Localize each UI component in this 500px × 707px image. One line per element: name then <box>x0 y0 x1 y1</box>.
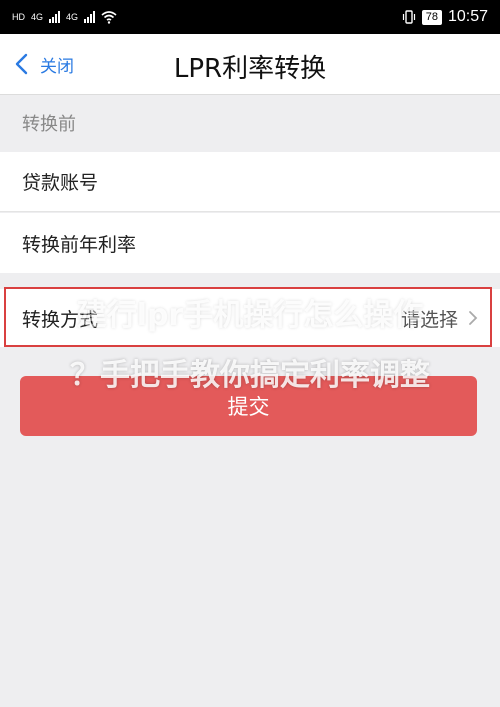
signal-icon-2 <box>84 11 96 23</box>
loan-account-label: 贷款账号 <box>22 172 99 194</box>
pre-rate-label: 转换前年利率 <box>22 233 137 256</box>
clock: 10:57 <box>447 8 488 25</box>
chevron-left-icon <box>15 53 28 75</box>
network-type-1: 4G <box>31 12 44 22</box>
conversion-method-value: 请选择 <box>400 308 458 331</box>
nav-bar: 关闭 LPR利率转换 <box>0 34 500 95</box>
pre-rate-row[interactable]: 转换前年利率 <box>0 213 500 273</box>
status-bar: HD 4G 4G 78 10:57 <box>0 0 500 34</box>
battery-icon: 78 <box>421 9 442 25</box>
vibrate-icon <box>402 10 415 24</box>
chevron-right-icon <box>469 311 478 325</box>
submit-label: 提交 <box>227 395 270 419</box>
section-header: 转换前 <box>0 95 500 151</box>
close-label: 关闭 <box>40 56 74 77</box>
conversion-method-label: 转换方式 <box>22 308 99 331</box>
network-type-2: 4G <box>66 12 79 22</box>
conversion-method-row[interactable]: 转换方式 请选择 <box>0 289 500 347</box>
status-left: HD 4G 4G <box>12 10 117 24</box>
submit-button[interactable]: 提交 <box>20 376 477 436</box>
status-right: 78 10:57 <box>402 8 488 26</box>
close-button[interactable]: 关闭 <box>14 48 74 80</box>
signal-icon <box>49 11 61 23</box>
loan-account-row[interactable]: 贷款账号 <box>0 152 500 212</box>
wifi-icon <box>101 10 117 24</box>
hd-indicator: HD <box>12 12 25 22</box>
conversion-method-select[interactable]: 请选择 <box>401 305 478 332</box>
page-title: LPR利率转换 <box>173 54 327 84</box>
